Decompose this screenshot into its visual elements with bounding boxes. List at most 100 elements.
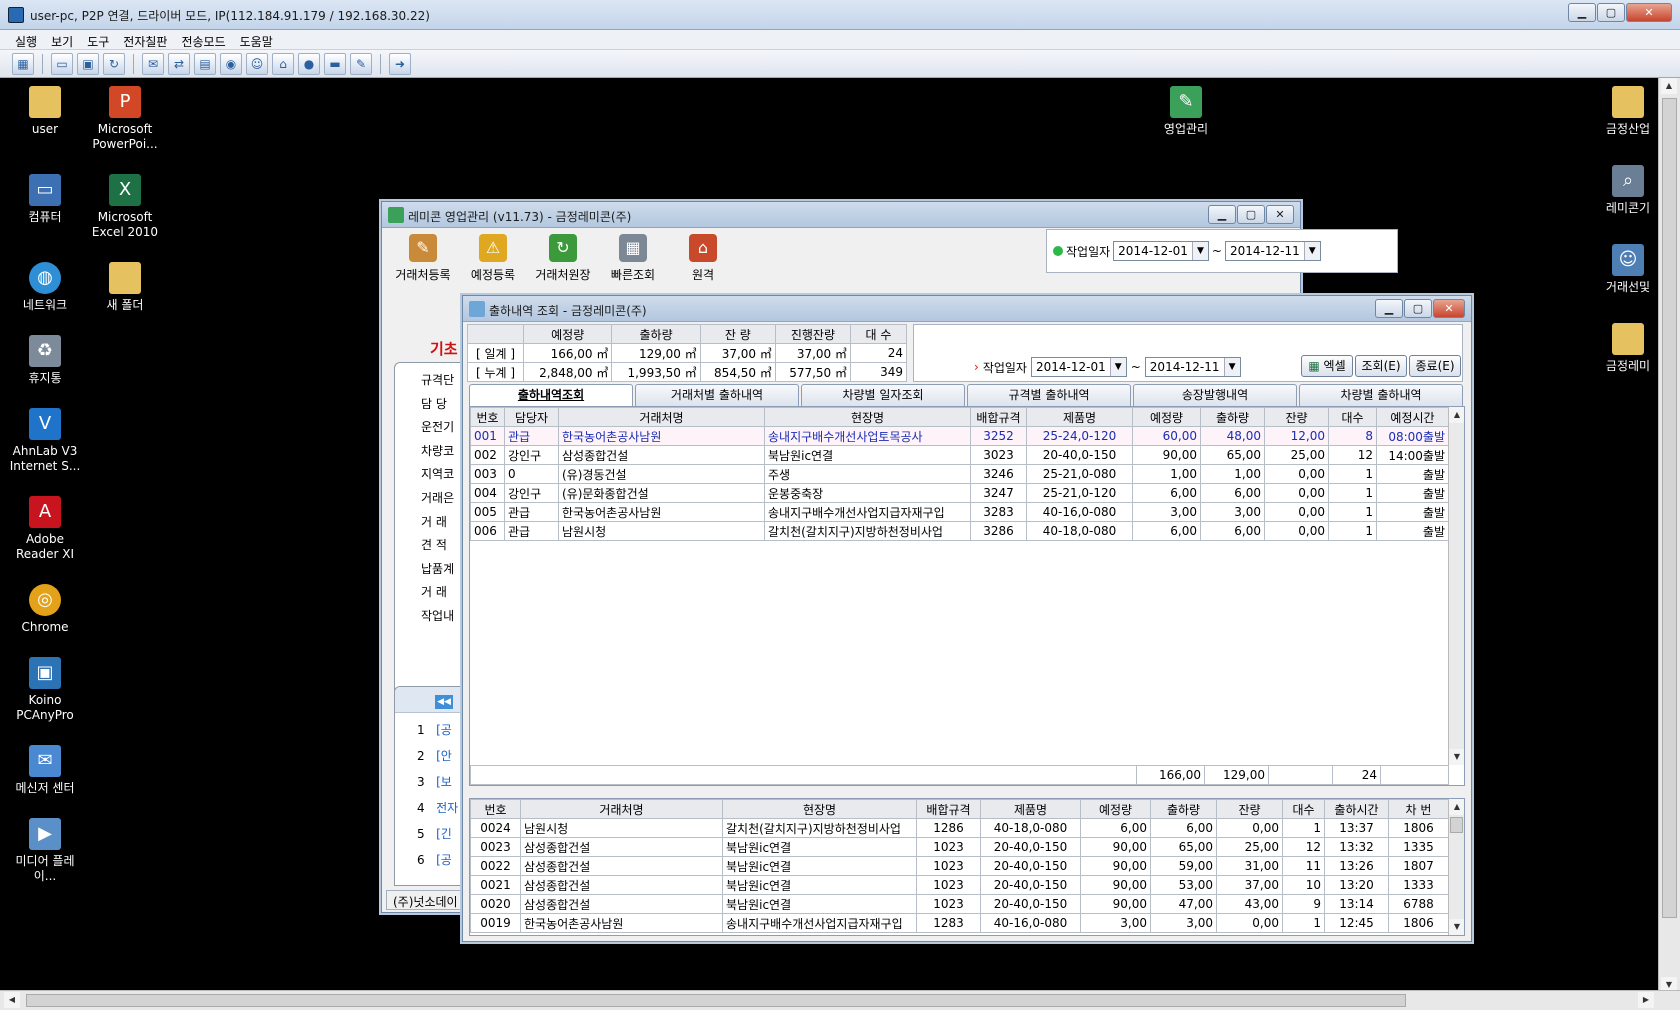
- chevron-down-icon[interactable]: ▼: [1303, 242, 1320, 260]
- desktop-icon-right-3[interactable]: ☺ 거래선및: [1588, 244, 1658, 295]
- chat-icon[interactable]: ✉: [142, 52, 164, 75]
- search-button[interactable]: 조회(E): [1355, 355, 1407, 377]
- tab-shipment-search[interactable]: 출하내역조회: [469, 384, 633, 406]
- table-row[interactable]: 004 강인구 (유)문화종합건설 운봉중축장 3247 25-21,0-120 6,00 6…: [470, 483, 1449, 503]
- dialog-close-button[interactable]: ✕: [1433, 299, 1465, 318]
- main-date-to-combo[interactable]: 2014-12-11 ▼: [1224, 241, 1321, 261]
- menu-help[interactable]: 도움말: [233, 30, 280, 49]
- desktop-icon-excel[interactable]: X Microsoft Excel 2010: [85, 174, 165, 240]
- desktop-icon-right-2[interactable]: ⌕ 레미콘기: [1588, 165, 1658, 216]
- scroll-left-arrow-icon[interactable]: ◀: [4, 992, 20, 1008]
- dialog-date-to-combo[interactable]: 2014-12-11 ▼: [1144, 357, 1241, 377]
- desktop-icon-chrome[interactable]: ◎ Chrome: [5, 584, 85, 635]
- desktop-icon-network[interactable]: ◍ 네트워크: [5, 262, 85, 313]
- record-icon[interactable]: ●: [298, 52, 320, 75]
- notice-item[interactable]: 2 [안: [417, 743, 464, 769]
- table-row[interactable]: 006 관급 남원시청 갈치천(갈치지구)지방하천정비사업 3286 40-18,0-08…: [470, 521, 1449, 541]
- main-close-button[interactable]: ✕: [1266, 205, 1294, 224]
- refresh-screen-icon[interactable]: ↻: [103, 52, 125, 75]
- desktop-icon-right-4[interactable]: 금정레미: [1588, 323, 1658, 374]
- scroll-down-arrow-icon[interactable]: ▼: [1449, 749, 1464, 765]
- table-row[interactable]: 0019 한국농어촌공사남원 송내지구배수개선사업지급자재구입 1283 40-16,0…: [470, 913, 1449, 933]
- scroll-up-arrow-icon[interactable]: ▲: [1449, 799, 1464, 815]
- tab-spec-shipment[interactable]: 규격별 출하내역: [967, 384, 1131, 406]
- main-minimize-button[interactable]: ▁: [1208, 205, 1236, 224]
- desktop-icon-recycle-bin[interactable]: ♻ 휴지통: [5, 335, 85, 386]
- notice-item[interactable]: 6 [공: [417, 847, 464, 873]
- table-row[interactable]: 005 관급 한국농어촌공사남원 송내지구배수개선사업지급자재구입 3283 40-16,…: [470, 502, 1449, 522]
- scroll-down-arrow-icon[interactable]: ▼: [1449, 919, 1464, 935]
- table-row[interactable]: 001 관급 한국농어촌공사남원 송내지구배수개선사업토목공사 3252 25-24,0-…: [470, 426, 1449, 446]
- table-row[interactable]: 0023 삼성종합건설 북남원ic연결 1023 20-40,0-150 90,00 65,…: [470, 837, 1449, 857]
- chevron-down-icon[interactable]: ▼: [1191, 242, 1208, 260]
- menu-tools[interactable]: 도구: [80, 30, 116, 49]
- desktop-icon-pcanypro[interactable]: ▣ Koino PCAnyPro: [5, 657, 85, 723]
- desktop-icon-adobe[interactable]: A Adobe Reader XI: [5, 496, 85, 562]
- tab-invoice[interactable]: 송장발행내역: [1133, 384, 1297, 406]
- tab-client-shipment[interactable]: 거래처별 출하내역: [635, 384, 799, 406]
- remote-button[interactable]: ⌂ 원격: [668, 232, 738, 283]
- tab-vehicle-shipment[interactable]: 차량별 출하내역: [1299, 384, 1463, 406]
- table-row[interactable]: 002 강인구 삼성종합건설 북남원ic연결 3023 20-40,0-150 90,00 6…: [470, 445, 1449, 465]
- close-dialog-button[interactable]: 종료(E): [1409, 355, 1461, 377]
- dialog-date-from-combo[interactable]: 2014-12-01 ▼: [1030, 357, 1127, 377]
- network-icon[interactable]: ⌂: [272, 52, 294, 75]
- desktop-icon-new-folder[interactable]: 새 폴더: [85, 262, 165, 313]
- users-icon[interactable]: ☺: [246, 52, 268, 75]
- clipboard-icon[interactable]: ▤: [194, 52, 216, 75]
- menu-whiteboard[interactable]: 전자칠판: [116, 30, 174, 49]
- chevron-down-icon[interactable]: ▼: [1223, 358, 1240, 376]
- detail-grid-scrollbar[interactable]: ▲ ▼: [1448, 799, 1464, 935]
- table-row[interactable]: 0024 남원시청 갈치천(갈치지구)지방하천정비사업 1286 40-18,0-080…: [470, 818, 1449, 838]
- menu-transfer-mode[interactable]: 전송모드: [174, 30, 232, 49]
- maximize-button[interactable]: ▢: [1597, 3, 1625, 22]
- close-button[interactable]: ✕: [1626, 3, 1672, 22]
- table-row[interactable]: 0022 삼성종합건설 북남원ic연결 1023 20-40,0-150 90,00 59,…: [470, 856, 1449, 876]
- dialog-title-bar[interactable]: 출하내역 조회 - 금정레미콘(주) ▁ ▢ ✕: [463, 296, 1471, 322]
- main-title-bar[interactable]: 레미콘 영업관리 (v11.73) - 금정레미콘(주) ▁ ▢ ✕: [382, 202, 1300, 228]
- desktop-icon-user[interactable]: user: [5, 86, 85, 152]
- client-ledger-button[interactable]: ↻ 거래처원장: [528, 232, 598, 283]
- menu-view[interactable]: 보기: [44, 30, 80, 49]
- menu-run[interactable]: 실행: [8, 30, 44, 49]
- main-date-from-combo[interactable]: 2014-12-01 ▼: [1113, 241, 1209, 261]
- desktop-icon-media-player[interactable]: ▶ 미디어 플레이...: [5, 818, 85, 884]
- screen-icon[interactable]: ▭: [51, 52, 73, 75]
- dialog-maximize-button[interactable]: ▢: [1404, 299, 1432, 318]
- dialog-minimize-button[interactable]: ▁: [1375, 299, 1403, 318]
- scroll-right-arrow-icon[interactable]: ▶: [1638, 992, 1654, 1008]
- scroll-up-arrow-icon[interactable]: ▲: [1449, 407, 1464, 423]
- table-row[interactable]: 003 0 (유)경동건설 주생 3246 25-21,0-080 1,00 1,00 0,00…: [470, 464, 1449, 484]
- notice-item[interactable]: 1 [공: [417, 717, 464, 743]
- client-register-button[interactable]: ✎ 거래처등록: [388, 232, 458, 283]
- desktop-icon-right-1[interactable]: 금정산업: [1588, 86, 1658, 137]
- rewind-icon[interactable]: ◀◀: [435, 695, 453, 709]
- desktop-icon-messenger[interactable]: ✉ 메신저 센터: [5, 745, 85, 796]
- notice-item[interactable]: 3 [보: [417, 769, 464, 795]
- minimize-button[interactable]: ▁: [1568, 3, 1596, 22]
- desktop-icon-powerpoint[interactable]: P Microsoft PowerPoi...: [85, 86, 165, 152]
- desktop-icon-sales-mgmt[interactable]: ✎ 영업관리: [1146, 86, 1226, 137]
- plan-register-button[interactable]: ⚠ 예정등록: [458, 232, 528, 283]
- chevron-down-icon[interactable]: ▼: [1109, 358, 1126, 376]
- scroll-up-arrow-icon[interactable]: ▲: [1661, 78, 1677, 94]
- excel-button[interactable]: ▦ 엑셀: [1301, 355, 1353, 377]
- grid-vertical-scrollbar[interactable]: ▲ ▼: [1448, 407, 1464, 765]
- table-row[interactable]: 0020 삼성종합건설 북남원ic연결 1023 20-40,0-150 90,00 47,…: [470, 894, 1449, 914]
- remote-horizontal-scrollbar[interactable]: ◀ ▶: [0, 990, 1680, 1010]
- notice-item[interactable]: 4 전자: [417, 795, 464, 821]
- multi-screen-icon[interactable]: ▣: [77, 52, 99, 75]
- table-row[interactable]: 0021 삼성종합건설 북남원ic연결 1023 20-40,0-150 90,00 53,…: [470, 875, 1449, 895]
- desktop-icon-computer[interactable]: ▭ 컴퓨터: [5, 174, 85, 240]
- remote-vertical-scrollbar[interactable]: ▲ ▼: [1658, 78, 1680, 993]
- desktop-icon-ahnlab[interactable]: V AhnLab V3 Internet S...: [5, 408, 85, 474]
- file-transfer-icon[interactable]: ⇄: [168, 52, 190, 75]
- monitor-icon[interactable]: ▬: [324, 52, 346, 75]
- remote-settings-icon[interactable]: ▦: [12, 52, 34, 75]
- tab-vehicle-daily[interactable]: 차량별 일자조회: [801, 384, 965, 406]
- main-maximize-button[interactable]: ▢: [1237, 205, 1265, 224]
- web-icon[interactable]: ◉: [220, 52, 242, 75]
- remote-title-bar[interactable]: user-pc, P2P 연결, 드라이버 모드, IP(112.184.91.…: [0, 0, 1680, 30]
- notice-item[interactable]: 5 [긴: [417, 821, 464, 847]
- quick-search-button[interactable]: ▦ 빠른조회: [598, 232, 668, 283]
